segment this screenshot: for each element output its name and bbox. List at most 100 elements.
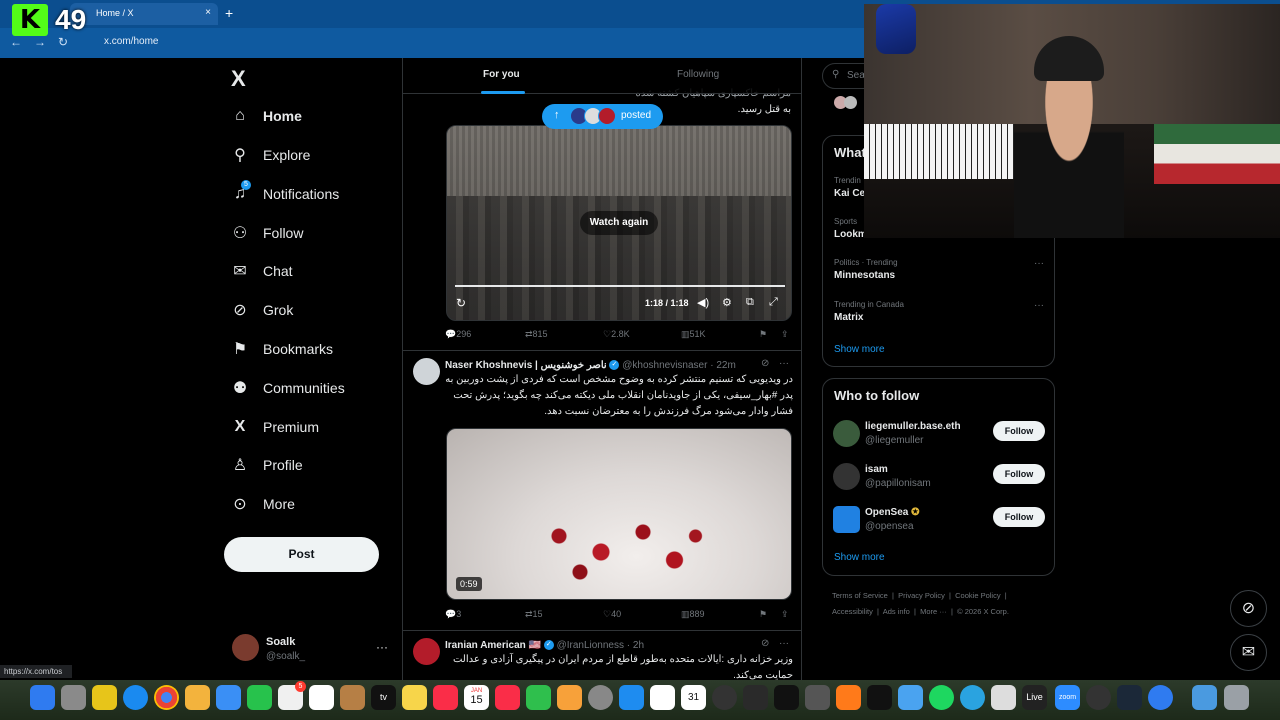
app-icon[interactable] xyxy=(1148,685,1173,710)
mail-icon[interactable] xyxy=(216,685,241,710)
sidebar-item-grok[interactable]: ⊘ Grok xyxy=(230,292,293,328)
like-icon[interactable]: ♡ 40 xyxy=(603,609,621,620)
views-icon[interactable]: ▥ 51K xyxy=(681,329,706,340)
app-icon[interactable] xyxy=(991,685,1016,710)
safari-icon[interactable] xyxy=(123,685,148,710)
sidebar-item-premium[interactable]: X Premium xyxy=(230,409,319,445)
app-icon[interactable] xyxy=(867,685,892,710)
trash-icon[interactable] xyxy=(1224,685,1249,710)
spotify-icon[interactable] xyxy=(929,685,954,710)
share-icon[interactable]: ⇪ xyxy=(781,329,789,340)
app-icon[interactable] xyxy=(743,685,768,710)
author-name[interactable]: Naser Khoshnevis | ناصر خوشنویس xyxy=(445,360,607,371)
author-handle[interactable]: @khoshnevisnaser xyxy=(622,360,707,371)
tweet-time[interactable]: · 22m xyxy=(710,360,736,371)
app-icon[interactable] xyxy=(712,685,737,710)
reply-icon[interactable]: 💬 3 xyxy=(445,609,461,620)
follow-button[interactable]: Follow xyxy=(993,507,1045,527)
follow-suggestion[interactable]: OpenSea ✪ @opensea Follow xyxy=(833,504,1045,536)
messages-float-icon[interactable]: ✉ xyxy=(1230,634,1267,671)
author-handle[interactable]: @IranLionness xyxy=(557,640,624,651)
app-icon[interactable] xyxy=(805,685,830,710)
back-arrow-icon[interactable]: ← xyxy=(10,35,22,49)
bookmark-icon[interactable]: ⚑ xyxy=(759,609,767,620)
steam-icon[interactable] xyxy=(1117,685,1142,710)
reminders-icon[interactable]: 5 xyxy=(278,681,306,710)
sidebar-item-notifications[interactable]: ♫ 5 Notifications xyxy=(230,176,339,212)
tweet-time[interactable]: · 2h xyxy=(627,640,644,651)
tab-for-you[interactable]: For you xyxy=(483,69,520,80)
follow-suggestion[interactable]: liegemuller.base.eth @liegemuller Follow xyxy=(833,418,1045,450)
facetime-icon[interactable] xyxy=(247,685,272,710)
preview-icon[interactable] xyxy=(898,685,923,710)
trend-item[interactable]: Politics · Trending Minnesotans ··· xyxy=(834,258,1044,281)
downloads-folder-icon[interactable] xyxy=(1192,685,1217,710)
replay-icon[interactable]: ↻ xyxy=(456,296,466,310)
tab-following[interactable]: Following xyxy=(677,69,719,80)
browser-tab[interactable]: Home / X × xyxy=(70,3,218,25)
pages-icon[interactable] xyxy=(557,685,582,710)
account-switcher[interactable]: Soalk @soalk_ ··· xyxy=(232,634,392,668)
fl-studio-icon[interactable] xyxy=(836,685,861,710)
show-more-link[interactable]: Show more xyxy=(834,344,885,355)
music-icon[interactable] xyxy=(433,685,458,710)
volume-icon[interactable]: ◀) xyxy=(697,296,709,309)
terms-link[interactable]: Terms of Service xyxy=(832,591,888,600)
reply-icon[interactable]: 💬 296 xyxy=(445,329,471,340)
url-field[interactable]: x.com/home xyxy=(84,33,864,53)
grok-icon[interactable]: ⊘ xyxy=(761,358,769,369)
telegram-icon[interactable] xyxy=(960,685,985,710)
new-posts-pill[interactable]: ↑ posted xyxy=(542,104,663,129)
sidebar-item-follow[interactable]: ⚇ Follow xyxy=(230,215,304,251)
launchpad-icon[interactable] xyxy=(61,685,86,710)
photos-icon[interactable] xyxy=(185,685,210,710)
author-name[interactable]: Iranian American 🇺🇸 xyxy=(445,640,541,651)
privacy-link[interactable]: Privacy Policy xyxy=(898,591,945,600)
sidebar-item-chat[interactable]: ✉ Chat xyxy=(230,253,292,289)
ads-info-link[interactable]: Ads info xyxy=(883,607,910,616)
accessibility-link[interactable]: Accessibility xyxy=(832,607,873,616)
follow-button[interactable]: Follow xyxy=(993,421,1045,441)
grok-icon[interactable]: ⊘ xyxy=(761,638,769,649)
cookie-link[interactable]: Cookie Policy xyxy=(955,591,1000,600)
chrome-icon[interactable] xyxy=(154,685,179,710)
app-icon[interactable] xyxy=(774,685,799,710)
avatar[interactable] xyxy=(413,638,440,665)
grok-float-icon[interactable]: ⊘ xyxy=(1230,590,1267,627)
more-dots-icon[interactable]: ··· xyxy=(779,638,789,649)
pip-icon[interactable]: ⧉ xyxy=(746,296,754,309)
freeform-icon[interactable] xyxy=(309,685,334,710)
zoom-icon[interactable]: zoom xyxy=(1055,685,1080,710)
settings-icon[interactable] xyxy=(588,685,613,710)
settings-gear-icon[interactable]: ⚙ xyxy=(722,296,732,309)
views-icon[interactable]: ▥ 889 xyxy=(681,609,705,620)
calendar-icon[interactable]: JAN 15 xyxy=(464,685,489,710)
reload-icon[interactable]: ↻ xyxy=(58,35,68,49)
show-more-link[interactable]: Show more xyxy=(834,552,885,563)
post-button[interactable]: Post xyxy=(224,537,379,572)
new-tab-button[interactable]: + xyxy=(225,5,233,21)
sidebar-item-bookmarks[interactable]: ⚑ Bookmarks xyxy=(230,331,333,367)
ableton-live-icon[interactable]: Live xyxy=(1022,685,1047,710)
share-icon[interactable]: ⇪ xyxy=(781,609,789,620)
more-dots-icon[interactable]: ··· xyxy=(1034,258,1044,269)
bookmark-icon[interactable]: ⚑ xyxy=(759,329,767,340)
sidebar-item-profile[interactable]: ♙ Profile xyxy=(230,447,303,483)
more-dots-icon[interactable]: ··· xyxy=(1034,300,1044,311)
notes-icon[interactable] xyxy=(402,685,427,710)
tweet-video[interactable]: Watch again ↻ 1:18 / 1:18 ◀) ⚙ ⧉ ⤢ xyxy=(446,125,792,321)
more-dots-icon[interactable]: ··· xyxy=(376,640,388,654)
app-icon[interactable] xyxy=(340,685,365,710)
video-progress-bar[interactable] xyxy=(455,285,785,287)
obs-icon[interactable] xyxy=(1086,685,1111,710)
forward-arrow-icon[interactable]: → xyxy=(34,35,46,49)
sidebar-item-home[interactable]: ⌂ Home xyxy=(230,98,302,134)
repost-icon[interactable]: ⇄ 15 xyxy=(525,609,543,620)
news-icon[interactable] xyxy=(495,685,520,710)
like-icon[interactable]: ♡ 2.8K xyxy=(603,329,630,340)
appletv-icon[interactable]: tv xyxy=(371,685,396,710)
sidebar-item-more[interactable]: ⊙ More xyxy=(230,486,295,522)
sidebar-item-explore[interactable]: ⚲ Explore xyxy=(230,137,310,173)
watch-again-button[interactable]: Watch again xyxy=(580,211,658,235)
repost-icon[interactable]: ⇄ 815 xyxy=(525,329,548,340)
